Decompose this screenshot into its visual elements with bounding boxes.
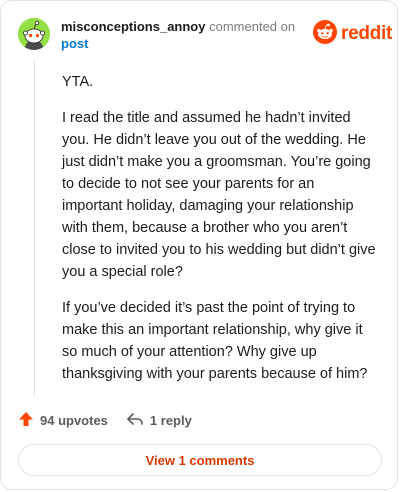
upvote-arrow-icon: [18, 411, 34, 430]
upvote-count: 94 upvotes: [40, 412, 108, 428]
view-comments-label: View 1 comments: [145, 452, 255, 468]
comment-card: misconceptions_annoy commented on post r…: [0, 0, 398, 490]
comment-header: misconceptions_annoy commented on post: [61, 18, 301, 52]
upvote-button[interactable]: 94 upvotes: [18, 411, 108, 430]
reddit-snoo-icon: [313, 19, 337, 49]
reply-count: 1 reply: [149, 412, 192, 428]
comment-paragraph: I read the title and assumed he hadn’t i…: [62, 110, 376, 280]
comment-paragraph: YTA.: [62, 74, 94, 90]
username[interactable]: misconceptions_annoy: [61, 19, 205, 34]
reply-arrow-icon: [126, 411, 144, 430]
thread-line: [34, 59, 35, 397]
comment-body: YTA. I read the title and assumed he had…: [62, 71, 378, 399]
reddit-logo[interactable]: reddit: [313, 19, 392, 49]
reddit-wordmark: reddit: [341, 23, 392, 44]
action-text: commented on: [209, 19, 296, 34]
post-link[interactable]: post: [61, 36, 88, 51]
reply-button[interactable]: 1 reply: [126, 411, 192, 430]
view-comments-button[interactable]: View 1 comments: [18, 444, 382, 476]
comment-paragraph: If you’ve decided it’s past the point of…: [62, 300, 368, 382]
snoo-avatar-icon[interactable]: [18, 18, 50, 50]
comment-actions: 94 upvotes 1 reply: [18, 409, 210, 431]
